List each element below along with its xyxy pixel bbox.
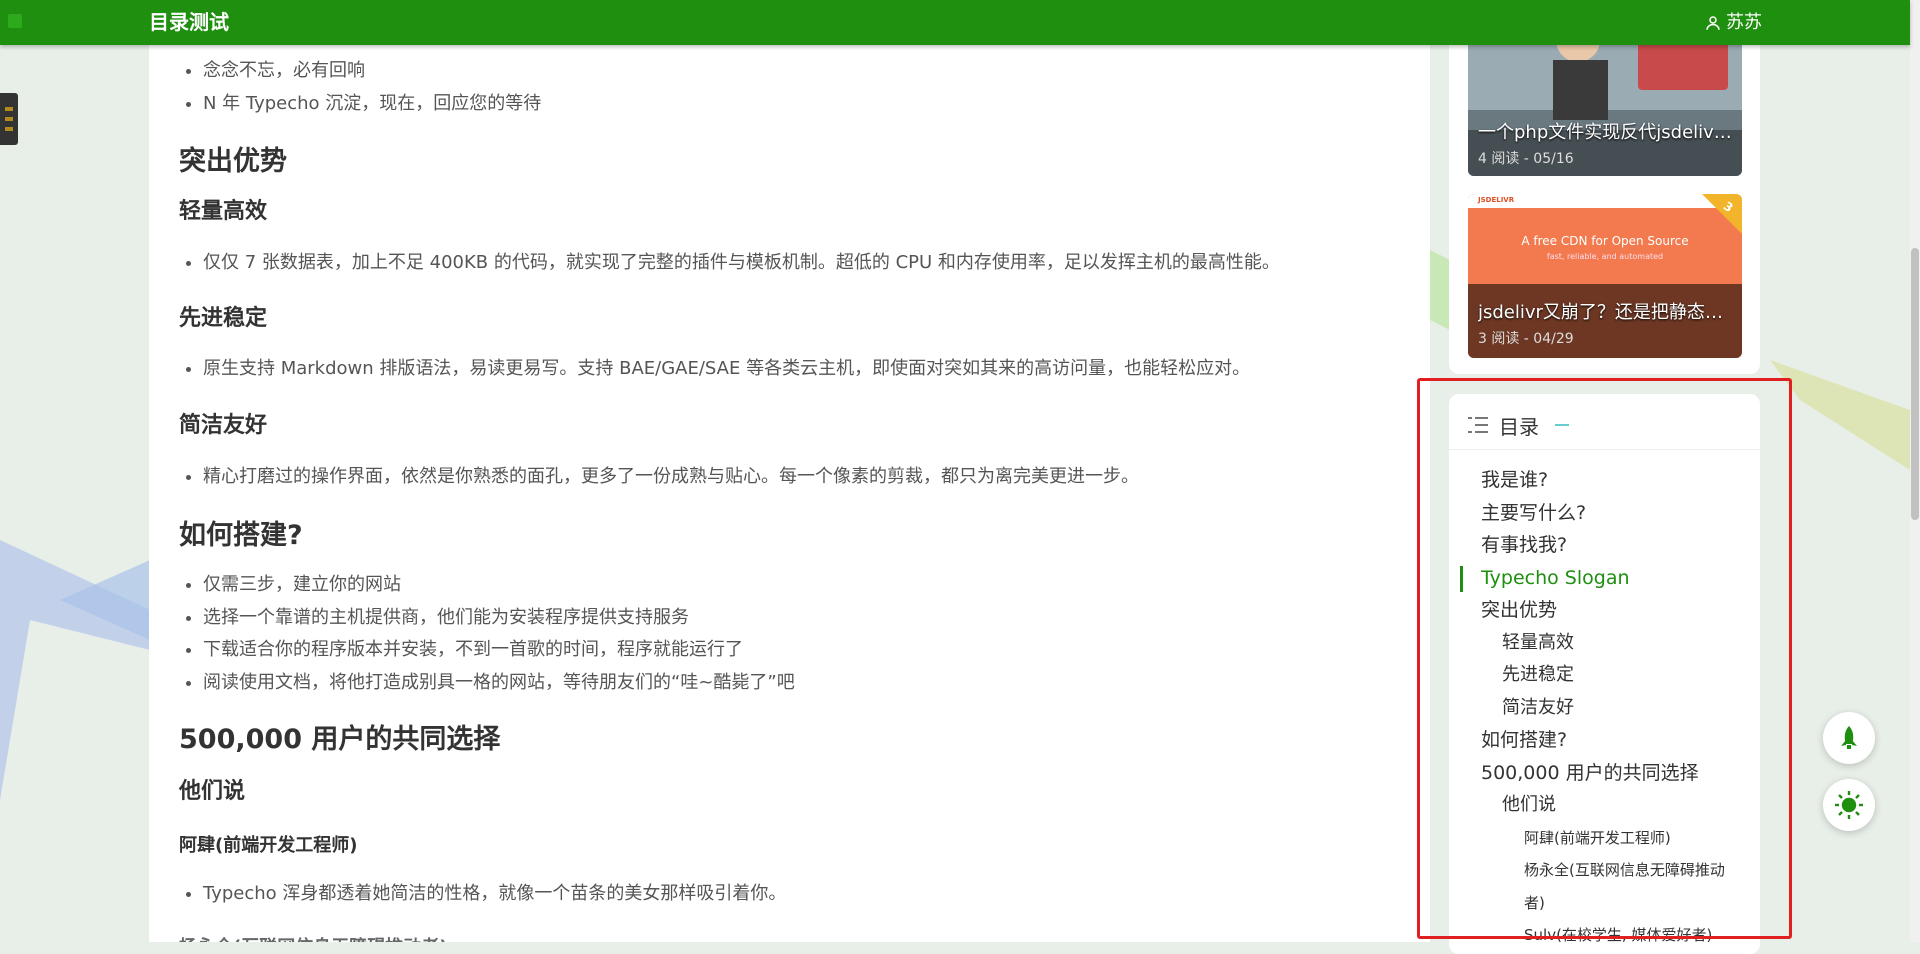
side-widget-handle[interactable]	[0, 93, 18, 145]
post-meta: 3 阅读 - 04/29	[1478, 331, 1574, 347]
post-title: jsdelivr又崩了？还是把静态资...	[1478, 302, 1732, 323]
list-item: 下载适合你的程序版本并安装，不到一首歌的时间，程序就能运行了	[203, 634, 1430, 667]
asi-list: Typecho 浑身都透着她简洁的性格，就像一个苗条的美女那样吸引着你。	[149, 878, 1430, 911]
scrollbar-thumb[interactable]	[1911, 248, 1919, 520]
heading-cutoff: 杨永全(互联网信息无障碍推动者)	[149, 933, 1430, 942]
site-title[interactable]: 目录测试	[149, 0, 229, 45]
list-item: 仅需三步，建立你的网站	[203, 569, 1430, 602]
menu-icon[interactable]	[8, 14, 22, 28]
list-item: 念念不忘，必有回响	[203, 55, 1430, 88]
user-menu[interactable]: 苏苏	[1704, 0, 1762, 45]
heading-build: 如何搭建?	[179, 520, 303, 551]
stable-list: 原生支持 Markdown 排版语法，易读更易写。支持 BAE/GAE/SAE …	[149, 353, 1430, 386]
build-list: 仅需三步，建立你的网站 选择一个靠谱的主机提供商，他们能为安装程序提供支持服务 …	[149, 569, 1430, 699]
list-item: 阅读使用文档，将他打造成别具一格的网站，等待朋友们的“哇~酷毙了”吧	[203, 667, 1430, 700]
intro-list: 念念不忘，必有回响 N 年 Typecho 沉淀，现在，回应您的等待	[149, 55, 1430, 120]
heading-light: 轻量高效	[179, 199, 268, 224]
heading-stable: 先进稳定	[179, 306, 268, 331]
sun-icon	[1835, 791, 1863, 819]
post-card[interactable]: JSDELIVR A free CDN for Open Source fast…	[1468, 194, 1742, 358]
list-item: N 年 Typecho 沉淀，现在，回应您的等待	[203, 88, 1430, 121]
post-meta: 4 阅读 - 05/16	[1478, 151, 1574, 167]
heading-advantages: 突出优势	[179, 146, 287, 177]
top-navbar: 目录测试 苏苏	[0, 0, 1910, 45]
list-item: 仅仅 7 张数据表，加上不足 400KB 的代码，就实现了完整的插件与模板机制。…	[203, 247, 1430, 280]
list-item: 精心打磨过的操作界面，依然是你熟悉的面孔，更多了一份成熟与贴心。每一个像素的剪裁…	[203, 461, 1430, 494]
simple-list: 精心打磨过的操作界面，依然是你熟悉的面孔，更多了一份成熟与贴心。每一个像素的剪裁…	[149, 461, 1430, 494]
user-name: 苏苏	[1726, 12, 1762, 33]
rocket-icon	[1841, 726, 1857, 749]
post-title: 一个php文件实现反代jsdelivr...	[1478, 122, 1732, 143]
light-list: 仅仅 7 张数据表，加上不足 400KB 的代码，就实现了完整的插件与模板机制。…	[149, 247, 1430, 280]
heading-simple: 简洁友好	[179, 413, 268, 438]
list-item: 选择一个靠谱的主机提供商，他们能为安装程序提供支持服务	[203, 602, 1430, 635]
brand-text: JSDELIVR	[1478, 196, 1515, 204]
theme-toggle-button[interactable]	[1823, 779, 1875, 831]
heading-users: 500,000 用户的共同选择	[179, 724, 501, 755]
highlight-box	[1417, 378, 1792, 939]
banner-text: A free CDN for Open Source	[1521, 234, 1689, 248]
banner-subtext: fast, reliable, and automated	[1546, 252, 1664, 261]
back-to-top-button[interactable]	[1823, 712, 1875, 764]
heading-they-say: 他们说	[179, 779, 246, 804]
recent-posts-card: 一个php文件实现反代jsdelivr... 4 阅读 - 05/16 JSDE…	[1449, 0, 1760, 374]
user-icon	[1706, 15, 1720, 30]
heading-asi: 阿肆(前端开发工程师)	[179, 835, 358, 856]
list-item: Typecho 浑身都透着她简洁的性格，就像一个苗条的美女那样吸引着你。	[203, 878, 1430, 911]
list-item: 原生支持 Markdown 排版语法，易读更易写。支持 BAE/GAE/SAE …	[203, 353, 1430, 386]
article-content: 念念不忘，必有回响 N 年 Typecho 沉淀，现在，回应您的等待 突出优势 …	[149, 45, 1430, 942]
